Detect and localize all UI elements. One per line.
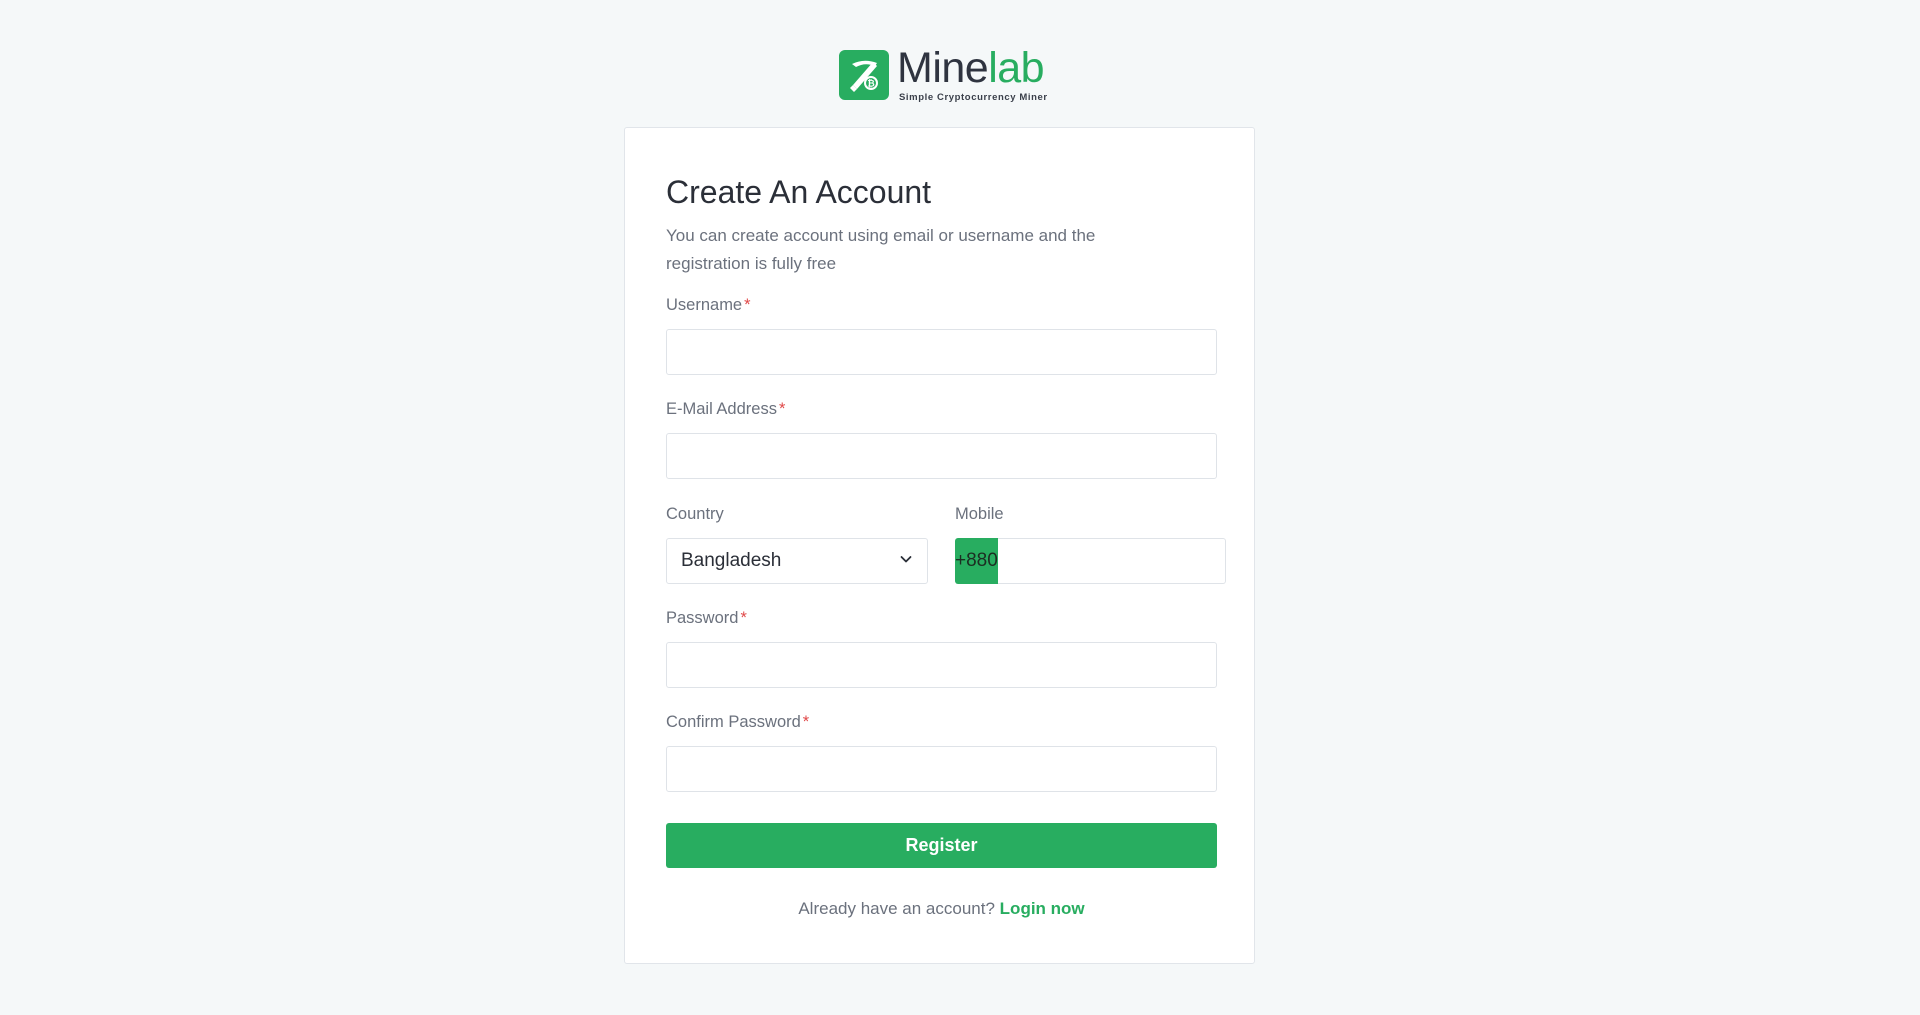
country-selected-value: Bangladesh	[681, 550, 782, 571]
brand-name-suffix: lab	[988, 44, 1045, 92]
email-input[interactable]	[666, 433, 1217, 479]
mobile-label: Mobile	[955, 505, 1004, 523]
brand-logo[interactable]: ₿ Minelab Simple Cryptocurrency Miner	[839, 46, 1048, 103]
password-group: Password *	[666, 607, 1217, 688]
mobile-input[interactable]	[997, 538, 1226, 584]
required-marker: *	[740, 609, 747, 627]
country-select[interactable]: Bangladesh	[666, 538, 928, 584]
register-form: Create An Account You can create account…	[666, 170, 1226, 918]
password-label: Password *	[666, 609, 747, 627]
required-marker: *	[744, 296, 751, 314]
chevron-down-icon	[899, 550, 913, 572]
pickaxe-icon: ₿	[839, 49, 889, 100]
register-button[interactable]: Register	[666, 823, 1217, 868]
confirm-password-label: Confirm Password *	[666, 713, 810, 731]
mobile-country-code: +880	[955, 538, 998, 584]
register-card: Create An Account You can create account…	[624, 127, 1255, 964]
username-input[interactable]	[666, 329, 1217, 375]
login-prompt: Already have an account?	[798, 899, 995, 918]
brand-tagline: Simple Cryptocurrency Miner	[899, 92, 1048, 103]
mobile-group: Mobile +880	[955, 503, 1226, 584]
login-prompt-line: Already have an account? Login now	[666, 899, 1217, 919]
email-label: E-Mail Address *	[666, 400, 786, 418]
brand-name-prefix: Mine	[897, 44, 989, 92]
country-label: Country	[666, 505, 724, 523]
login-link[interactable]: Login now	[1000, 899, 1085, 918]
page-subtitle: You can create account using email or us…	[666, 226, 1096, 273]
required-marker: *	[802, 713, 810, 731]
required-marker: *	[778, 400, 786, 418]
mobile-field: +880	[955, 538, 1226, 584]
svg-text:₿: ₿	[867, 78, 874, 89]
confirm-password-group: Confirm Password *	[666, 711, 1217, 792]
confirm-password-input[interactable]	[666, 746, 1217, 792]
page-title: Create An Account	[666, 174, 932, 210]
country-group: Country Bangladesh	[666, 503, 928, 584]
brand-name: Minelab	[897, 46, 1048, 90]
username-group: Username *	[666, 294, 1217, 375]
password-input[interactable]	[666, 642, 1217, 688]
username-label: Username *	[666, 296, 751, 314]
email-group: E-Mail Address *	[666, 398, 1217, 479]
